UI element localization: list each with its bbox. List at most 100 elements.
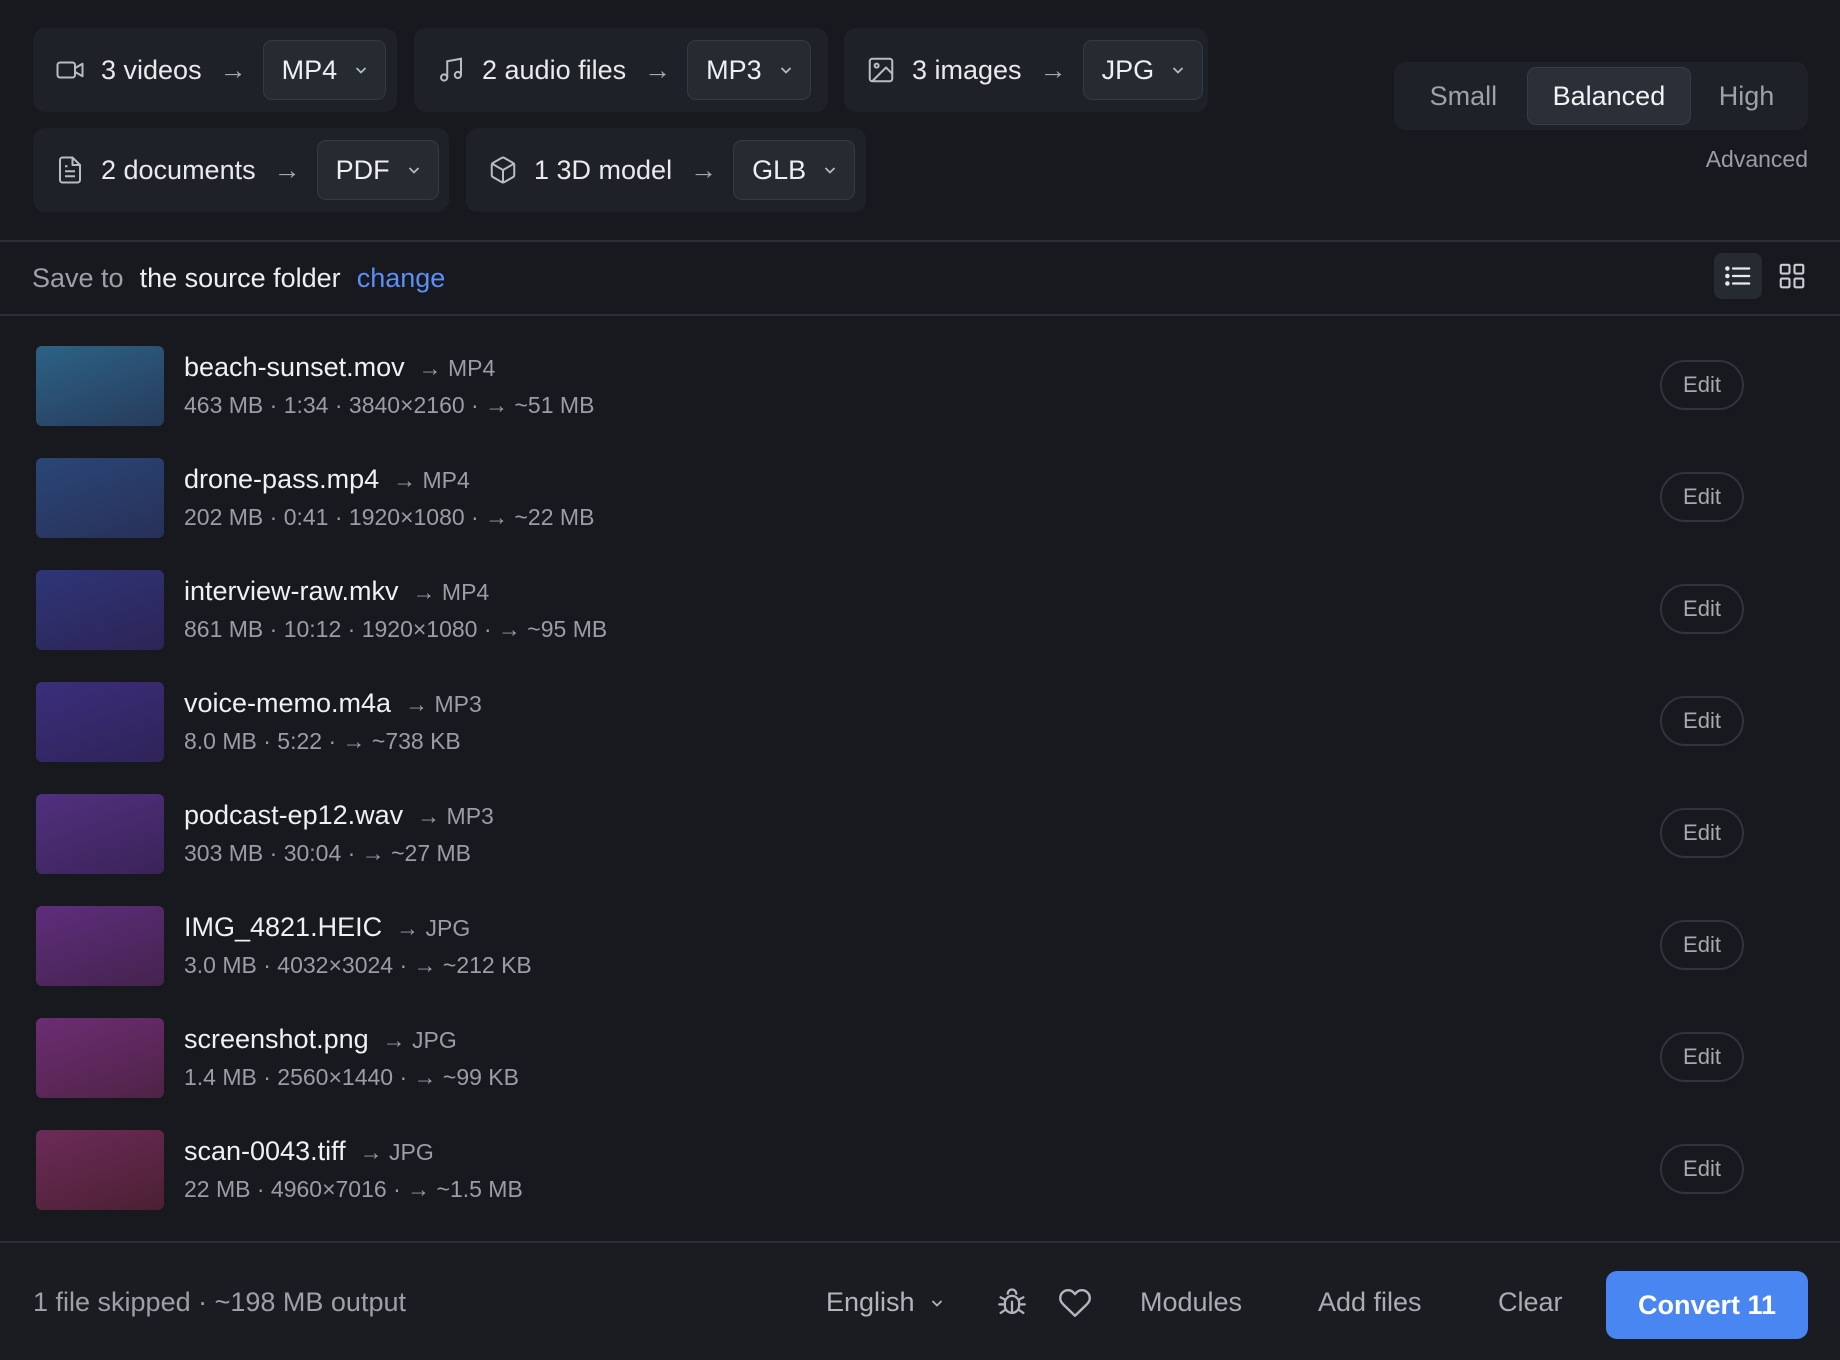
- group-label: 2 audio files: [482, 54, 627, 85]
- edit-button[interactable]: Edit: [1660, 1032, 1744, 1082]
- file-target-format: → MP4: [393, 467, 470, 493]
- edit-button[interactable]: Edit: [1660, 808, 1744, 858]
- quality-selector: Small Balanced High: [1394, 62, 1808, 130]
- quality-option-high[interactable]: High: [1691, 67, 1802, 125]
- edit-button[interactable]: Edit: [1660, 920, 1744, 970]
- file-meta: 463 MB · 1:34 · 3840×2160 · → ~51 MB: [184, 392, 595, 418]
- file-list: beach-sunset.mov → MP4 463 MB · 1:34 · 38…: [0, 318, 1840, 1214]
- edit-button[interactable]: Edit: [1660, 472, 1744, 522]
- file-thumbnail: [36, 458, 164, 538]
- file-thumbnail: [36, 570, 164, 650]
- arrow-icon: →: [644, 54, 672, 85]
- file-row: scan-0043.tiff → JPG 22 MB · 4960×7016 · …: [0, 1102, 1840, 1214]
- view-toggle: [1714, 253, 1816, 299]
- file-meta: 3.0 MB · 4032×3024 · → ~212 KB: [184, 952, 532, 978]
- format-value: JPG: [1101, 54, 1155, 85]
- advanced-link[interactable]: Advanced: [1706, 146, 1808, 173]
- file-meta: 303 MB · 30:04 · → ~27 MB: [184, 840, 471, 866]
- quality-option-balanced[interactable]: Balanced: [1526, 67, 1692, 125]
- file-target-format: → JPG: [382, 1027, 457, 1053]
- file-meta: 202 MB · 0:41 · 1920×1080 · → ~22 MB: [184, 504, 595, 530]
- save-to-label: Save to: [32, 262, 124, 293]
- file-target-format: → JPG: [359, 1139, 434, 1165]
- file-target-format: → MP4: [418, 355, 496, 381]
- edit-button[interactable]: Edit: [1660, 696, 1744, 746]
- language-value: English: [826, 1287, 915, 1317]
- edit-button[interactable]: Edit: [1660, 584, 1744, 634]
- file-meta: 8.0 MB · 5:22 · → ~738 KB: [184, 728, 461, 754]
- save-location-bar: Save to the source folder change: [0, 242, 1840, 316]
- format-value: GLB: [752, 154, 807, 185]
- format-select-documents[interactable]: PDF: [316, 140, 439, 200]
- format-value: MP3: [706, 54, 762, 85]
- file-meta: 22 MB · 4960×7016 · → ~1.5 MB: [184, 1176, 523, 1202]
- arrow-icon: →: [219, 54, 247, 85]
- chevron-down-icon: [822, 162, 838, 178]
- modules-button[interactable]: Modules: [1140, 1287, 1242, 1318]
- file-row: podcast-ep12.wav → MP3 303 MB · 30:04 · →…: [0, 766, 1840, 878]
- list-view-icon: [1723, 261, 1753, 291]
- format-value: MP4: [281, 54, 338, 85]
- group-label: 1 3D model: [534, 154, 673, 185]
- format-select-images[interactable]: JPG: [1082, 40, 1204, 100]
- file-target-format: → MP4: [412, 579, 490, 605]
- file-name: interview-raw.mkv: [184, 576, 399, 606]
- group-label: 3 videos: [101, 54, 202, 85]
- group-documents: 2 documents → PDF: [33, 128, 449, 212]
- file-target-format: → MP3: [417, 803, 494, 829]
- file-name: podcast-ep12.wav: [184, 800, 404, 830]
- edit-button[interactable]: Edit: [1660, 1144, 1744, 1194]
- list-view-button[interactable]: [1714, 253, 1762, 299]
- file-row: drone-pass.mp4 → MP4 202 MB · 0:41 · 1920…: [0, 430, 1840, 542]
- footer-bar: 1 file skipped · ~198 MB output English …: [0, 1241, 1840, 1360]
- bug-icon[interactable]: [995, 1286, 1029, 1320]
- file-target-format: → MP3: [405, 691, 482, 717]
- file-row: IMG_4821.HEIC → JPG 3.0 MB · 4032×3024 · …: [0, 878, 1840, 990]
- add-files-button[interactable]: Add files: [1318, 1287, 1422, 1318]
- chevron-down-icon: [353, 62, 369, 78]
- group-label: 2 documents: [101, 154, 256, 185]
- convert-button[interactable]: Convert 11: [1606, 1271, 1808, 1339]
- file-thumbnail: [36, 1130, 164, 1210]
- language-select[interactable]: English: [826, 1287, 945, 1318]
- group-images: 3 images → JPG: [844, 28, 1208, 112]
- file-name: screenshot.png: [184, 1024, 369, 1054]
- file-thumbnail: [36, 794, 164, 874]
- grid-view-button[interactable]: [1768, 253, 1816, 299]
- file-name: IMG_4821.HEIC: [184, 912, 383, 942]
- change-folder-link[interactable]: change: [357, 263, 446, 294]
- clear-button[interactable]: Clear: [1498, 1287, 1563, 1318]
- format-select-3d-model[interactable]: GLB: [733, 140, 856, 200]
- cube-icon: [488, 155, 518, 185]
- file-row: interview-raw.mkv → MP4 861 MB · 10:12 · …: [0, 542, 1840, 654]
- heart-icon[interactable]: [1058, 1286, 1092, 1320]
- save-folder: the source folder: [139, 262, 341, 293]
- chevron-down-icon: [778, 62, 794, 78]
- file-name: voice-memo.m4a: [184, 688, 392, 718]
- quality-option-small[interactable]: Small: [1400, 67, 1527, 125]
- video-camera-icon: [55, 55, 85, 85]
- group-3d-model: 1 3D model → GLB: [466, 128, 866, 212]
- image-icon: [866, 55, 896, 85]
- file-name: drone-pass.mp4: [184, 464, 380, 494]
- format-select-videos[interactable]: MP4: [262, 40, 387, 100]
- file-meta: 1.4 MB · 2560×1440 · → ~99 KB: [184, 1064, 519, 1090]
- file-meta: 861 MB · 10:12 · 1920×1080 · → ~95 MB: [184, 616, 608, 642]
- file-target-format: → JPG: [396, 915, 471, 941]
- format-value: PDF: [335, 154, 390, 185]
- edit-button[interactable]: Edit: [1660, 360, 1744, 410]
- file-name: scan-0043.tiff: [184, 1136, 346, 1166]
- arrow-icon: →: [690, 154, 718, 185]
- output-summary: 1 file skipped · ~198 MB output: [33, 1287, 406, 1317]
- file-row: beach-sunset.mov → MP4 463 MB · 1:34 · 38…: [0, 318, 1840, 430]
- group-audio: 2 audio files → MP3: [414, 28, 828, 112]
- file-thumbnail: [36, 682, 164, 762]
- arrow-icon: →: [273, 154, 301, 185]
- arrow-icon: →: [1039, 54, 1067, 85]
- file-row: screenshot.png → JPG 1.4 MB · 2560×1440 ·…: [0, 990, 1840, 1102]
- chevron-down-icon: [929, 1295, 945, 1311]
- chevron-down-icon: [1170, 62, 1186, 78]
- format-select-audio[interactable]: MP3: [687, 40, 811, 100]
- file-row: voice-memo.m4a → MP3 8.0 MB · 5:22 · → ~7…: [0, 654, 1840, 766]
- group-videos: 3 videos → MP4: [33, 28, 397, 112]
